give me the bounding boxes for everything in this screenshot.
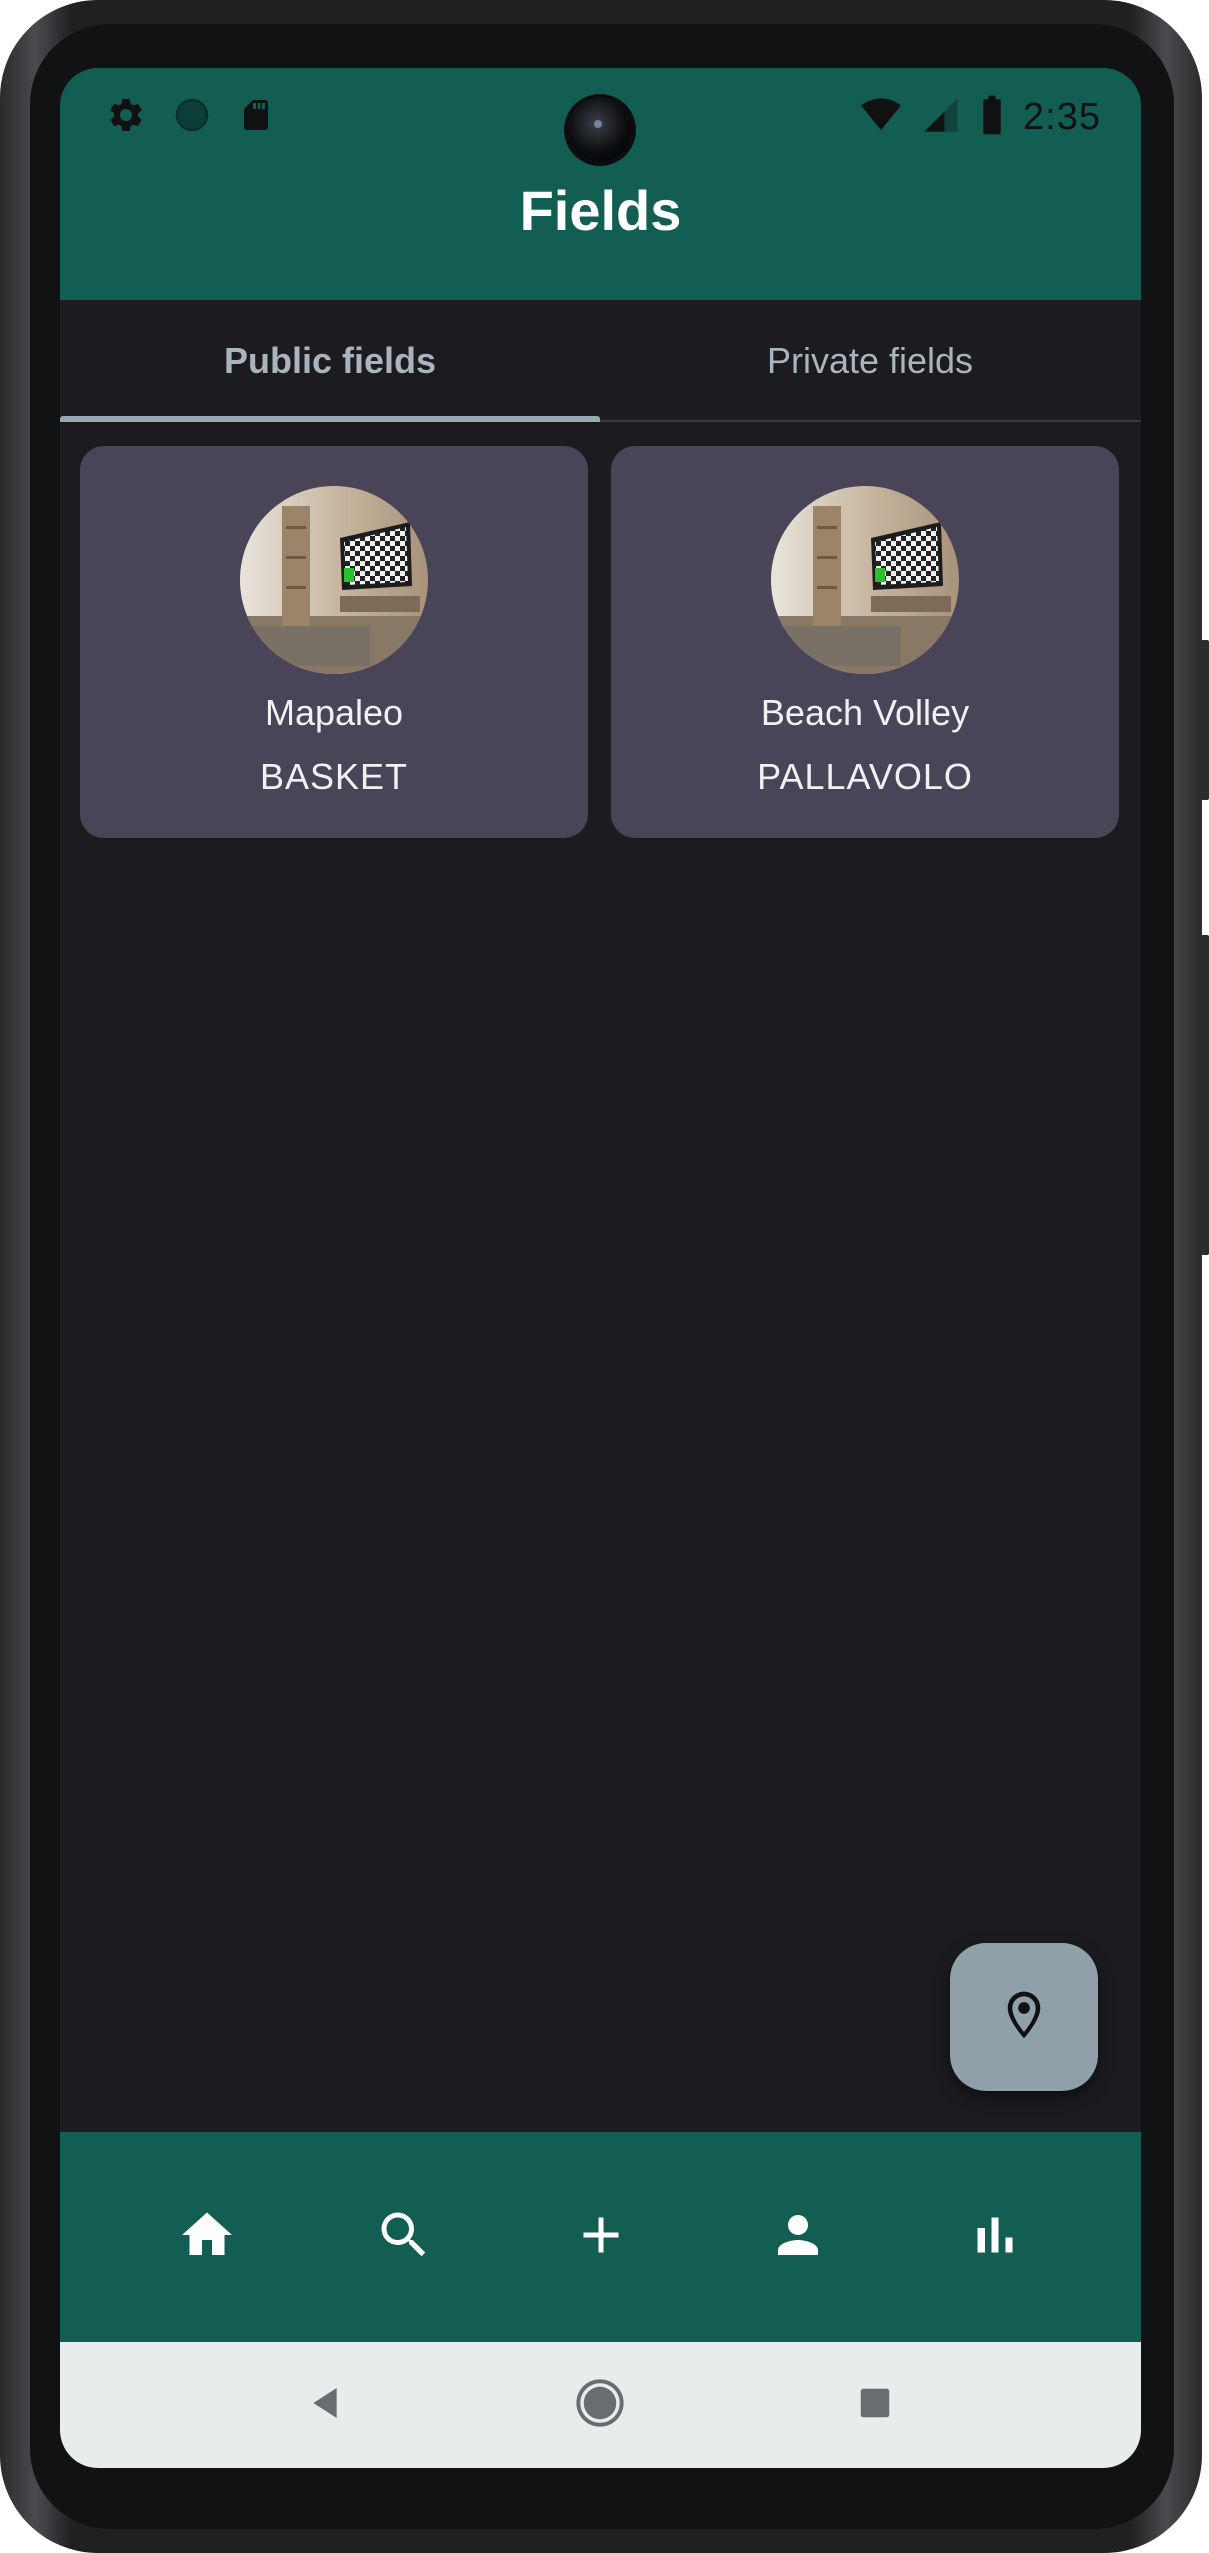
map-fab-button[interactable] [950,1943,1098,2091]
field-sport: PALLAVOLO [757,756,973,797]
app-bar: 2:35 Fields [60,68,1141,300]
power-button [1201,640,1209,800]
field-card-mapaleo[interactable]: Mapaleo BASKET [80,446,588,838]
person-icon [768,2205,828,2270]
nav-search[interactable] [305,2132,502,2342]
nav-stats[interactable] [896,2132,1093,2342]
bottom-navigation [60,2132,1141,2342]
search-icon [374,2205,434,2270]
tab-indicator [60,416,600,422]
field-sport: BASKET [259,756,409,797]
screen: 2:35 Fields Public fields Private fields [60,68,1141,2468]
field-name: Mapaleo [264,692,404,733]
tab-bar: Public fields Private fields [60,300,1141,422]
bar-chart-icon [965,2205,1025,2270]
nav-add[interactable] [502,2132,699,2342]
field-image [771,486,959,674]
page-title: Fields [519,179,682,242]
field-image [240,486,428,674]
wifi-icon [859,95,903,140]
tab-private-fields[interactable]: Private fields [600,300,1140,422]
nav-home[interactable] [108,2132,305,2342]
add-icon [571,2205,631,2270]
field-name: Beach Volley [760,692,970,733]
volume-button [1201,935,1209,1255]
home-circle-icon [574,2377,626,2434]
tab-label: Public fields [223,340,437,381]
tab-label: Private fields [766,340,974,381]
status-time: 2:35 [1023,95,1101,138]
tab-public-fields[interactable]: Public fields [60,300,600,422]
system-home-button[interactable] [565,2370,635,2440]
settings-icon [106,95,146,140]
status-bar: 2:35 [60,68,1141,164]
cell-signal-icon [921,95,961,140]
circle-icon [172,95,212,140]
recents-icon [856,2384,894,2427]
field-card-beach-volley[interactable]: Beach Volley PALLAVOLO [611,446,1119,838]
home-icon [177,2205,237,2270]
location-pin-icon [996,1987,1052,2048]
back-icon [305,2383,345,2428]
sd-card-icon [238,95,274,140]
system-back-button[interactable] [290,2370,360,2440]
nav-profile[interactable] [699,2132,896,2342]
system-navigation-bar [60,2342,1141,2468]
phone-device: 2:35 Fields Public fields Private fields [0,0,1209,2553]
battery-icon [979,94,1005,141]
front-camera [568,98,632,162]
system-recents-button[interactable] [840,2370,910,2440]
